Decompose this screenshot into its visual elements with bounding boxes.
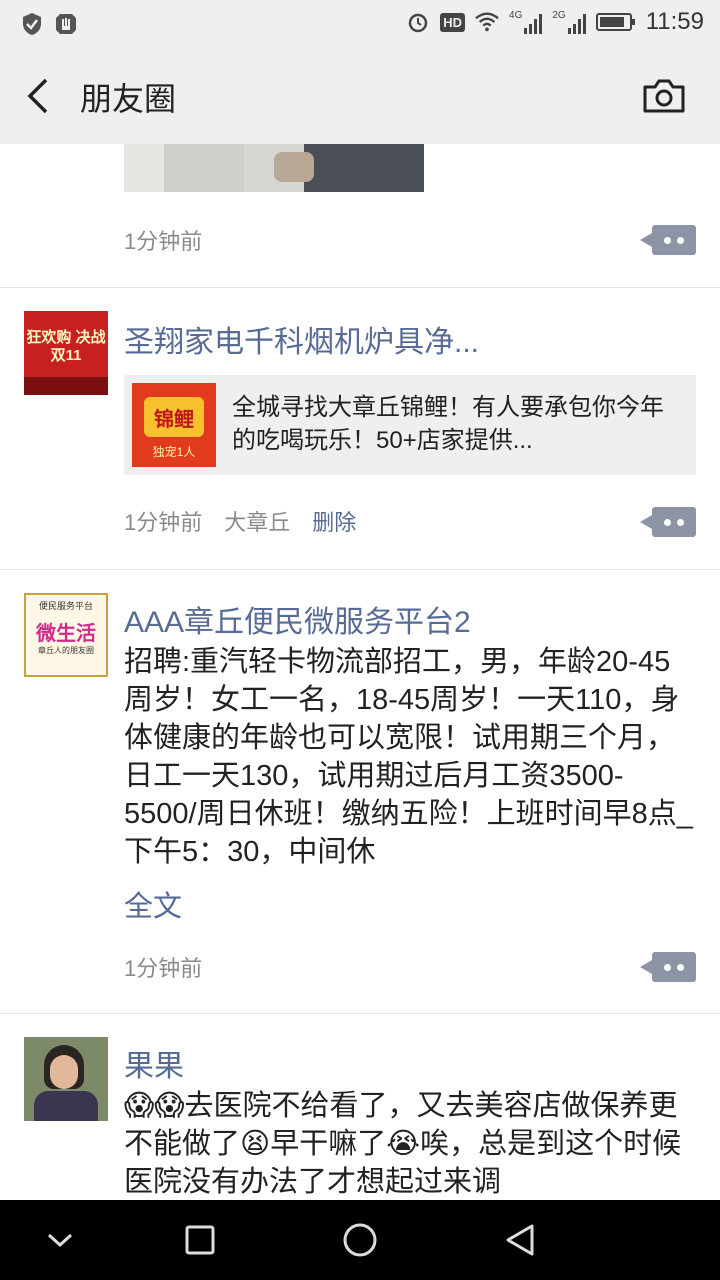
status-bar: HD 4G 2G 11:59 — [0, 0, 720, 48]
chevron-left-icon — [27, 78, 48, 114]
moment-post: 1分钟前 — [0, 144, 720, 288]
post-meta: 1分钟前 — [124, 224, 202, 256]
expand-full-text-link[interactable]: 全文 — [124, 883, 182, 925]
share-thumb-title: 锦鲤 — [154, 409, 194, 431]
post-location[interactable]: 大章丘 — [224, 505, 290, 537]
camera-button[interactable] — [642, 78, 686, 114]
square-icon — [185, 1225, 215, 1255]
clock-time: 11:59 — [645, 8, 704, 35]
system-nav-bar — [0, 1200, 720, 1280]
avatar-sub: 章丘人的朋友圈 — [38, 646, 94, 655]
more-dots-icon — [664, 519, 671, 526]
avatar[interactable]: 狂欢购 决战双11 — [24, 311, 108, 395]
chevron-down-icon — [47, 1233, 73, 1248]
more-dots-icon — [664, 964, 671, 971]
moments-feed[interactable]: 1分钟前 狂欢购 决战双11 圣翔家电千科烟机炉具净... 锦鲤 独宠1人 全城… — [0, 144, 720, 1200]
circle-icon — [343, 1223, 377, 1257]
page-title: 朋友圈 — [80, 81, 177, 117]
back-button[interactable] — [24, 76, 54, 116]
comment-button[interactable] — [640, 225, 696, 255]
camera-icon — [643, 79, 685, 113]
delete-link[interactable]: 删除 — [312, 505, 356, 537]
moment-post: 便民服务平台 微生活 章丘人的朋友圈 AAA章丘便民微服务平台2 招聘:重汽轻卡… — [0, 569, 720, 1014]
avatar-text: 狂欢购 决战双11 — [26, 329, 106, 364]
comment-button[interactable] — [640, 952, 696, 982]
more-dot — [677, 237, 684, 244]
triangle-back-icon — [506, 1224, 534, 1256]
post-image[interactable] — [124, 144, 424, 192]
wifi-icon — [475, 10, 499, 34]
share-thumb-sub: 独宠1人 — [152, 445, 196, 459]
post-text: 招聘:重汽轻卡物流部招工，男，年龄20-45周岁！女工一名，18-45周岁！一天… — [124, 646, 693, 868]
shield-icon — [20, 12, 44, 36]
share-thumbnail: 锦鲤 独宠1人 — [132, 383, 216, 467]
share-title: 全城寻找大章丘锦鲤！有人要承包你今年的吃喝玩乐！50+店家提供... — [232, 394, 664, 454]
post-author[interactable]: 圣翔家电千科烟机炉具净... — [124, 317, 479, 361]
post-meta: 1分钟前 — [124, 951, 202, 983]
comment-button[interactable] — [640, 507, 696, 537]
more-dots-icon — [664, 237, 671, 244]
back-nav-button[interactable] — [500, 1220, 540, 1260]
moment-post: 狂欢购 决战双11 圣翔家电千科烟机炉具净... 锦鲤 独宠1人 全城寻找大章丘… — [0, 287, 720, 570]
hand-icon — [54, 12, 78, 36]
avatar-strip — [24, 377, 108, 395]
moment-post: 果果 😱😱去医院不给看了，又去美容店做保养更不能做了😫早干嘛了😭唉，总是到这个时… — [0, 1013, 720, 1200]
battery-icon — [595, 10, 636, 34]
shared-link-card[interactable]: 锦鲤 独宠1人 全城寻找大章丘锦鲤！有人要承包你今年的吃喝玩乐！50+店家提供.… — [124, 375, 696, 475]
home-button[interactable] — [340, 1220, 380, 1260]
post-text: 😱😱去医院不给看了，又去美容店做保养更不能做了😫早干嘛了😭唉，总是到这个时候医院… — [124, 1090, 682, 1198]
signal-4g-icon: 4G — [509, 10, 543, 34]
alarm-icon — [406, 10, 430, 34]
avatar-top: 便民服务平台 — [38, 601, 93, 611]
post-time: 1分钟前 — [124, 956, 203, 981]
hide-nav-button[interactable] — [40, 1220, 80, 1260]
hd-badge: HD — [440, 12, 466, 32]
post-meta: 1分钟前 大章丘 删除 — [124, 505, 356, 537]
avatar-mid: 微生活 — [36, 623, 96, 645]
post-time: 1分钟前 — [124, 229, 203, 254]
recents-button[interactable] — [180, 1220, 220, 1260]
avatar[interactable] — [24, 1037, 108, 1121]
post-time: 1分钟前 — [124, 510, 203, 535]
avatar[interactable]: 便民服务平台 微生活 章丘人的朋友圈 — [24, 593, 108, 677]
signal-2g-icon: 2G — [552, 10, 586, 34]
post-author[interactable]: AAA章丘便民微服务平台2 — [124, 597, 471, 641]
post-author[interactable]: 果果 — [124, 1041, 184, 1085]
more-dot — [677, 964, 684, 971]
title-bar: 朋友圈 — [0, 48, 720, 144]
more-dot — [677, 519, 684, 526]
